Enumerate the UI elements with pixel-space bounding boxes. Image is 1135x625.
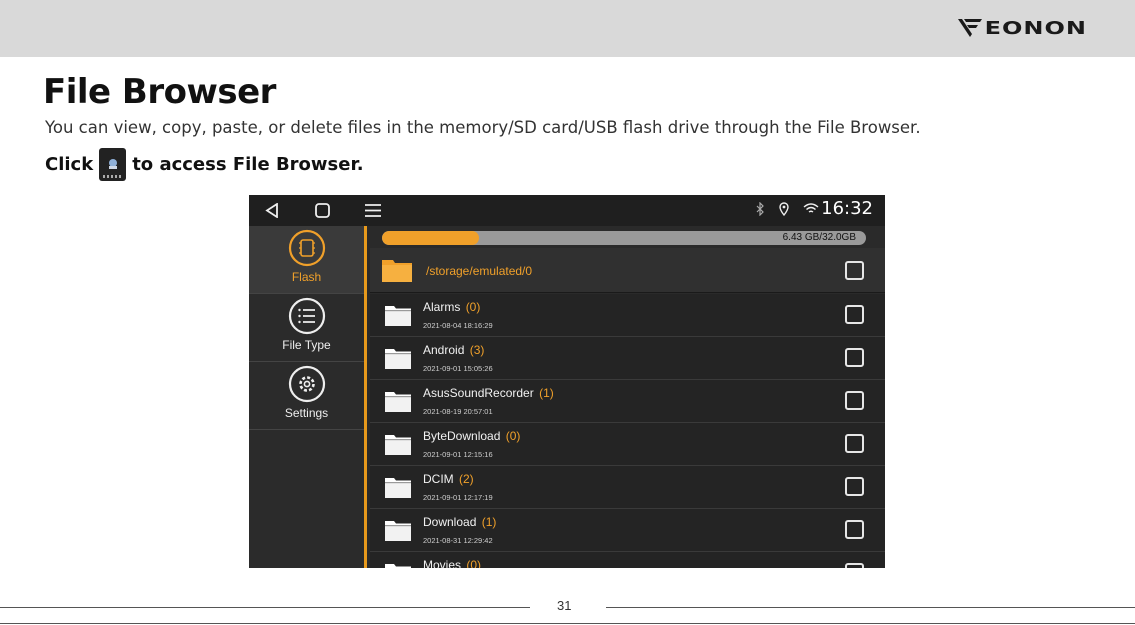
sidebar: Flash File Type Settings (249, 226, 367, 568)
list-item[interactable]: ByteDownload (0) 2021-09-01 12:15:16 (370, 423, 885, 466)
folder-icon (385, 521, 411, 541)
bluetooth-icon (756, 201, 764, 216)
page-number: 31 (557, 598, 572, 613)
list-item[interactable]: Movies (0) (370, 552, 885, 568)
select-checkbox[interactable] (845, 261, 864, 280)
footer-rule-left (0, 607, 530, 608)
back-icon[interactable] (265, 203, 279, 218)
file-date: 2021-09-01 12:15:16 (423, 450, 493, 459)
select-checkbox[interactable] (845, 563, 864, 568)
file-name: Download (1) (423, 515, 497, 529)
storage-label: 6.43 GB/32.0GB (782, 232, 856, 243)
file-name: Movies (0) (423, 558, 482, 568)
folder-icon (385, 435, 411, 455)
current-path-row[interactable]: /storage/emulated/0 (370, 248, 885, 293)
file-date: 2021-09-01 15:05:26 (423, 364, 493, 373)
page-title: File Browser (43, 72, 276, 112)
file-list-panel: 6.43 GB/32.0GB /storage/emulated/0 Alarm… (370, 226, 885, 568)
list-item[interactable]: Alarms (0) 2021-08-04 18:16:29 (370, 294, 885, 337)
folder-icon (385, 564, 411, 568)
folder-icon (385, 392, 411, 412)
sidebar-item-label: Settings (284, 406, 329, 420)
folder-icon (382, 260, 412, 282)
select-checkbox[interactable] (845, 477, 864, 496)
folder-icon (385, 349, 411, 369)
current-path: /storage/emulated/0 (426, 264, 533, 278)
instruction-prefix: Click (45, 154, 94, 175)
list-item[interactable]: DCIM (2) 2021-09-01 12:17:19 (370, 466, 885, 509)
instruction-text: Click to access File Browser. (45, 148, 364, 181)
file-date: 2021-08-31 12:29:42 (423, 536, 493, 545)
status-bar: 16:32 (249, 195, 885, 226)
file-browser-app-icon (99, 148, 127, 181)
home-icon[interactable] (315, 203, 330, 218)
folder-icon (385, 478, 411, 498)
select-checkbox[interactable] (845, 348, 864, 367)
status-icons: 16:32 (755, 198, 873, 219)
sidebar-item-flash[interactable]: Flash (249, 226, 364, 294)
eonon-v-logo (957, 19, 982, 37)
file-name: Alarms (0) (423, 300, 481, 314)
brand-name: EONON (984, 17, 1087, 39)
storage-fill (382, 231, 479, 245)
file-name: Android (3) (423, 343, 485, 357)
chip-icon (288, 229, 325, 267)
sidebar-item-file-type[interactable]: File Type (249, 294, 364, 362)
select-checkbox[interactable] (845, 391, 864, 410)
clock: 16:32 (821, 198, 873, 219)
footer-rule-right (606, 607, 1135, 608)
list-item[interactable]: AsusSoundRecorder (1) 2021-08-19 20:57:01 (370, 380, 885, 423)
device-screenshot: 16:32 Flash File Type Settings 6.43 GB/3… (249, 195, 885, 568)
gear-icon (288, 365, 325, 403)
footer-rule-bottom (0, 623, 1135, 624)
select-checkbox[interactable] (845, 305, 864, 324)
location-icon (779, 201, 789, 216)
list-icon (288, 297, 325, 335)
file-date: 2021-08-19 20:57:01 (423, 407, 493, 416)
storage-bar: 6.43 GB/32.0GB (382, 231, 866, 245)
menu-icon[interactable] (365, 203, 381, 218)
sidebar-item-label: Flash (291, 270, 322, 284)
intro-text: You can view, copy, paste, or delete fil… (45, 118, 921, 137)
list-item[interactable]: Android (3) 2021-09-01 15:05:26 (370, 337, 885, 380)
file-name: ByteDownload (0) (423, 429, 521, 443)
wifi-icon (803, 202, 819, 213)
sidebar-item-label: File Type (282, 338, 331, 352)
sidebar-item-settings[interactable]: Settings (249, 362, 364, 430)
file-name: DCIM (2) (423, 472, 474, 486)
file-date: 2021-08-04 18:16:29 (423, 321, 493, 330)
list-item[interactable]: Download (1) 2021-08-31 12:29:42 (370, 509, 885, 552)
select-checkbox[interactable] (845, 520, 864, 539)
file-name: AsusSoundRecorder (1) (423, 386, 554, 400)
select-checkbox[interactable] (845, 434, 864, 453)
brand-logo: EONON (957, 14, 1087, 42)
instruction-suffix: to access File Browser. (132, 154, 364, 175)
folder-icon (385, 306, 411, 326)
file-date: 2021-09-01 12:17:19 (423, 493, 493, 502)
